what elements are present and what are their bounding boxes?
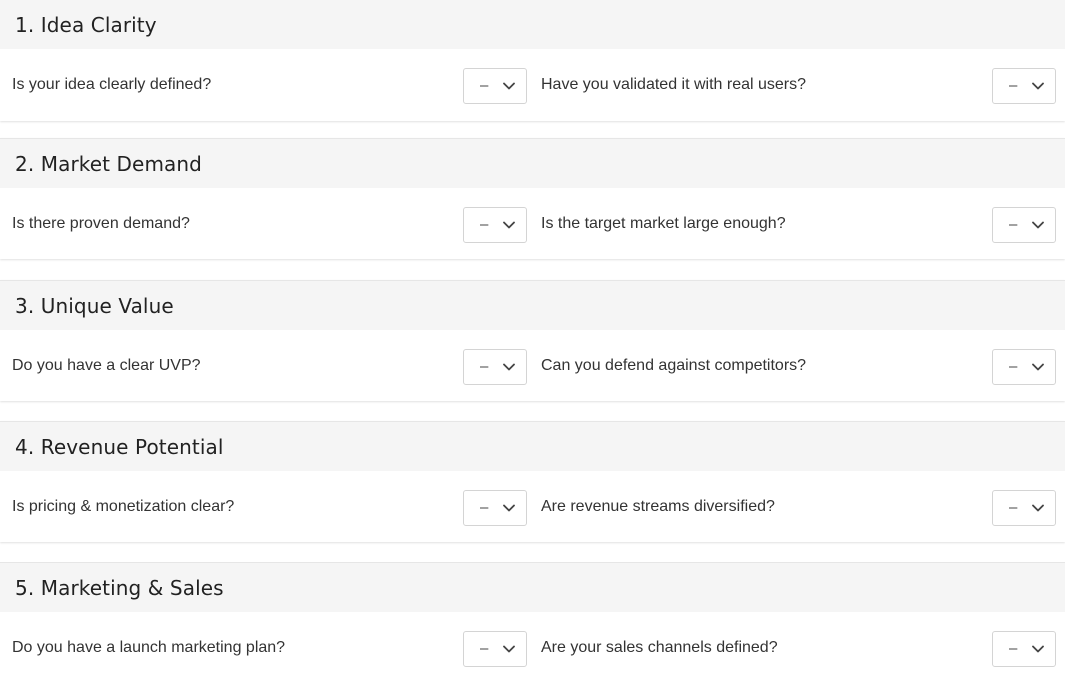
question-row: Are revenue streams diversified? – (541, 471, 1056, 543)
chevron-down-icon (1031, 218, 1045, 232)
section-header: 2. Market Demand (0, 139, 1065, 188)
answer-select[interactable]: – (463, 67, 527, 104)
section-market-demand: 2. Market Demand Is there proven demand?… (0, 138, 1065, 259)
chevron-down-icon (502, 218, 516, 232)
section-body: Do you have a launch marketing plan? – A… (0, 612, 1065, 684)
question-label: Is there proven demand? (12, 215, 190, 232)
section-marketing-sales: 5. Marketing & Sales Do you have a launc… (0, 562, 1065, 678)
chevron-down-icon (502, 360, 516, 374)
question-label: Are revenue streams diversified? (541, 498, 775, 515)
chevron-down-icon (502, 642, 516, 656)
question-label: Is the target market large enough? (541, 215, 786, 232)
section-idea-clarity: 1. Idea Clarity Is your idea clearly def… (0, 0, 1065, 121)
section-header: 1. Idea Clarity (0, 0, 1065, 49)
answer-select[interactable]: – (463, 348, 527, 385)
section-body: Is your idea clearly defined? – Have you… (0, 49, 1065, 121)
select-value: – (1009, 358, 1018, 375)
question-label: Is your idea clearly defined? (12, 76, 212, 93)
chevron-down-icon (1031, 360, 1045, 374)
question-label: Can you defend against competitors? (541, 357, 807, 374)
section-header: 3. Unique Value (0, 281, 1065, 330)
section-body: Do you have a clear UVP? – Can you defen… (0, 330, 1065, 402)
question-row: Is pricing & monetization clear? – (12, 471, 527, 543)
question-label: Have you validated it with real users? (541, 76, 807, 93)
section-title: 2. Market Demand (15, 151, 202, 176)
section-unique-value: 3. Unique Value Do you have a clear UVP?… (0, 280, 1065, 401)
section-title: 1. Idea Clarity (15, 12, 157, 37)
select-value: – (480, 216, 489, 233)
answer-select[interactable]: – (463, 206, 527, 243)
select-value: – (1009, 216, 1018, 233)
select-value: – (480, 640, 489, 657)
chevron-down-icon (1031, 79, 1045, 93)
section-header: 4. Revenue Potential (0, 422, 1065, 471)
select-value: – (480, 358, 489, 375)
answer-select[interactable]: – (992, 348, 1056, 385)
question-row: Is your idea clearly defined? – (12, 49, 527, 121)
chevron-down-icon (1031, 642, 1045, 656)
answer-select[interactable]: – (992, 489, 1056, 526)
question-row: Are your sales channels defined? – (541, 612, 1056, 684)
question-label: Do you have a launch marketing plan? (12, 639, 286, 656)
section-header: 5. Marketing & Sales (0, 563, 1065, 612)
answer-select[interactable]: – (992, 67, 1056, 104)
select-value: – (1009, 77, 1018, 94)
question-row: Is the target market large enough? – (541, 188, 1056, 260)
select-value: – (480, 77, 489, 94)
section-title: 5. Marketing & Sales (15, 575, 224, 600)
select-value: – (1009, 499, 1018, 516)
section-body: Is there proven demand? – Is the target … (0, 188, 1065, 260)
question-label: Do you have a clear UVP? (12, 357, 201, 374)
question-label: Is pricing & monetization clear? (12, 498, 235, 515)
question-row: Is there proven demand? – (12, 188, 527, 260)
question-row: Do you have a launch marketing plan? – (12, 612, 527, 684)
chevron-down-icon (502, 79, 516, 93)
question-row: Can you defend against competitors? – (541, 330, 1056, 402)
answer-select[interactable]: – (992, 206, 1056, 243)
section-revenue-potential: 4. Revenue Potential Is pricing & moneti… (0, 421, 1065, 542)
question-row: Do you have a clear UVP? – (12, 330, 527, 402)
question-row: Have you validated it with real users? – (541, 49, 1056, 121)
chevron-down-icon (502, 501, 516, 515)
chevron-down-icon (1031, 501, 1045, 515)
question-label: Are your sales channels defined? (541, 639, 778, 656)
select-value: – (480, 499, 489, 516)
section-title: 4. Revenue Potential (15, 434, 224, 459)
select-value: – (1009, 640, 1018, 657)
section-title: 3. Unique Value (15, 293, 174, 318)
answer-select[interactable]: – (463, 489, 527, 526)
section-body: Is pricing & monetization clear? – Are r… (0, 471, 1065, 543)
answer-select[interactable]: – (463, 630, 527, 667)
answer-select[interactable]: – (992, 630, 1056, 667)
